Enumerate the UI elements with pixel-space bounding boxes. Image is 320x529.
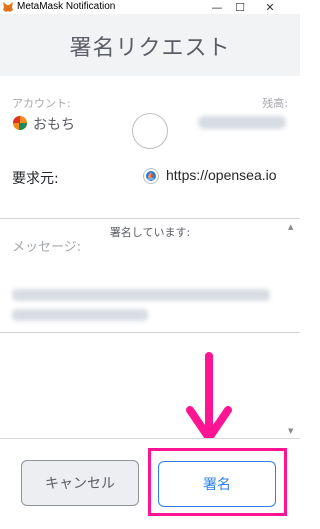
scroll-down-icon[interactable]: ▼ [288,427,293,435]
window-titlebar: MetaMask Notification — ☐ ✕ [0,0,300,14]
opensea-icon: ⛵ [143,168,159,184]
origin-label: 要求元: [12,171,59,187]
message-content-redacted [12,289,270,301]
message-content-redacted [12,309,148,321]
balance-label: 残高: [262,97,288,110]
window-title: MetaMask Notification [17,1,116,12]
account-avatar-icon [13,116,27,130]
close-icon[interactable]: ✕ [256,0,284,14]
message-divider [0,332,300,333]
message-label: メッセージ: [12,240,82,255]
message-top-divider [0,218,300,219]
page-title: 署名リクエスト [69,36,231,61]
account-label: アカウント: [12,97,71,110]
cancel-button[interactable]: キャンセル [21,460,139,506]
account-name: おもち [33,117,75,133]
balance-value-redacted [198,116,286,129]
sign-button-highlight [148,448,287,516]
scroll-up-icon[interactable]: ▲ [288,223,293,231]
site-avatar [132,113,168,149]
origin-url: https://opensea.io [166,167,277,183]
pointer-arrow-icon [186,352,232,442]
maximize-icon[interactable]: ☐ [226,0,254,14]
metamask-fox-icon [3,2,13,12]
